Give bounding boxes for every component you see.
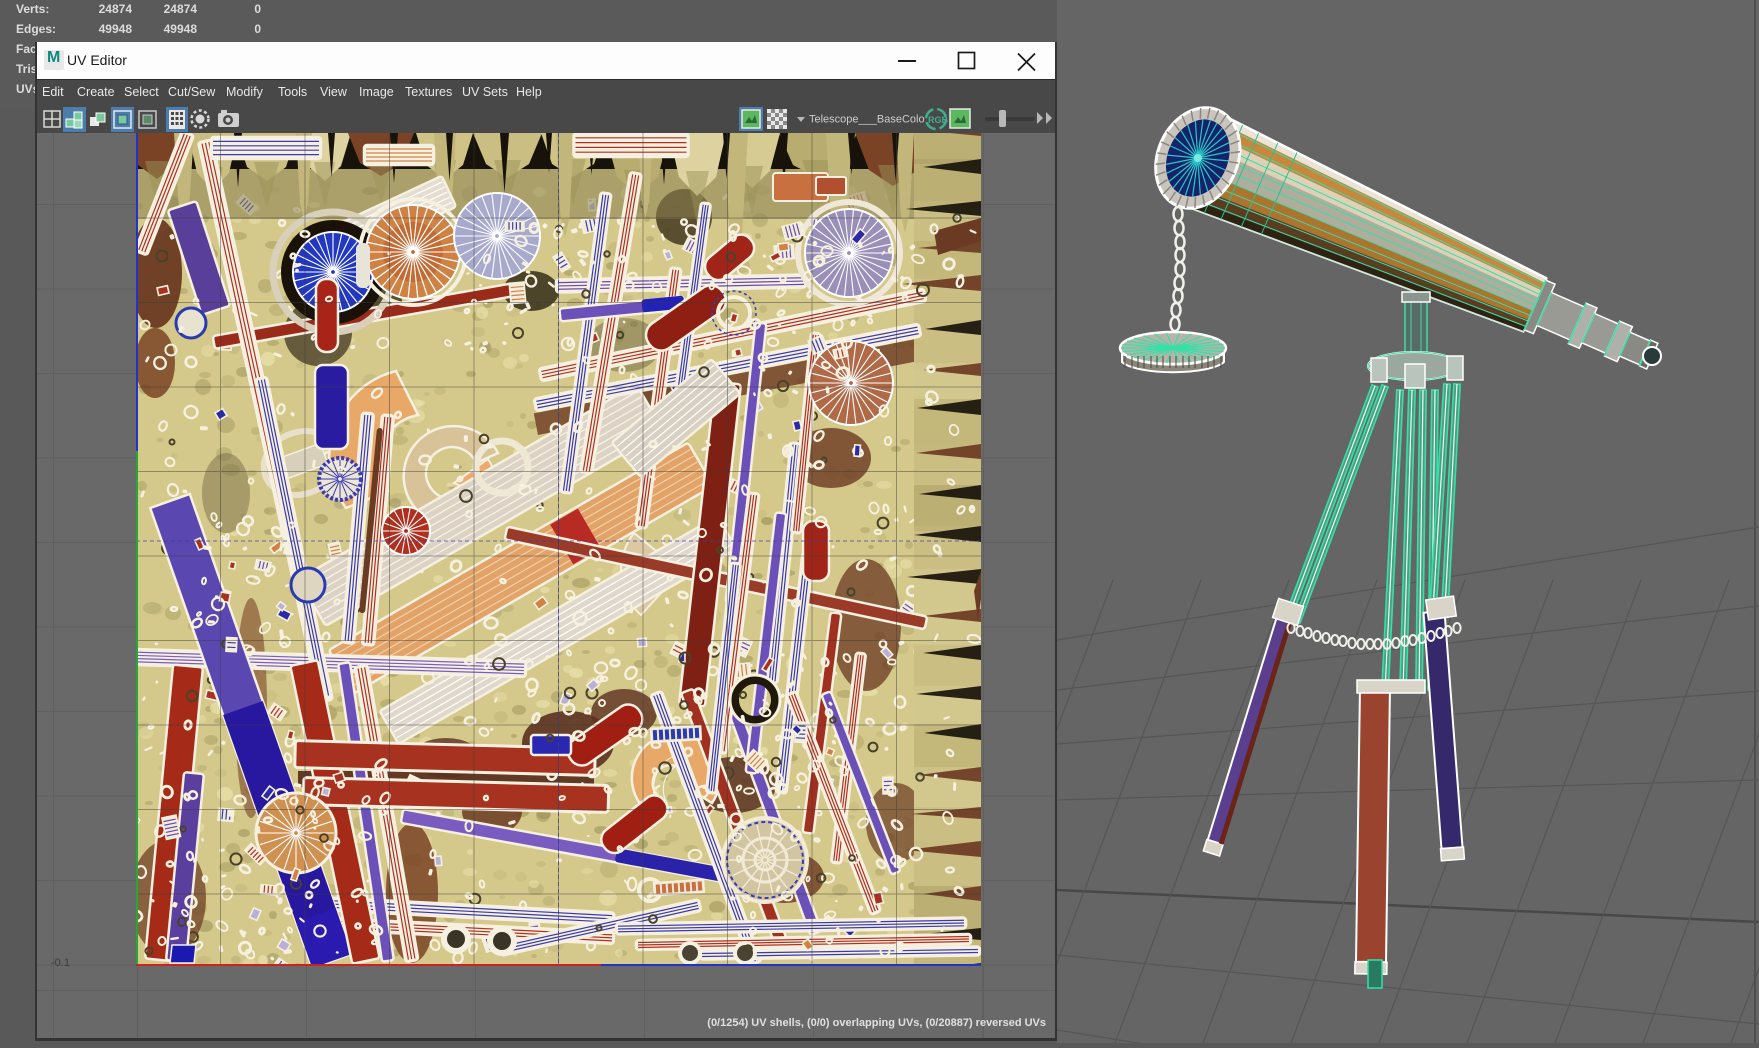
svg-text:Telescope___BaseColo: Telescope___BaseColo: [809, 114, 925, 126]
svg-text:RGB: RGB: [928, 115, 949, 125]
